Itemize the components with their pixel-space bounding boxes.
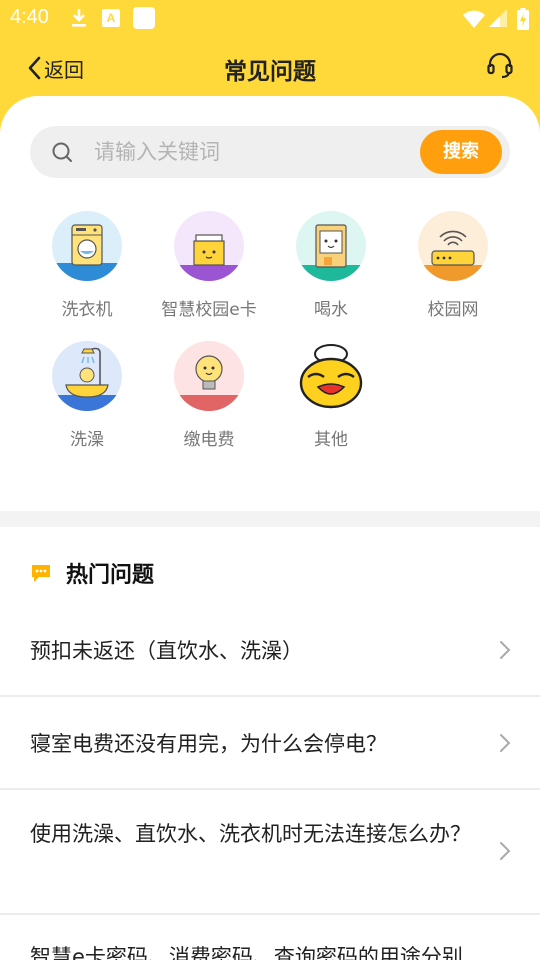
category-campus-network[interactable]: 校园网	[392, 211, 514, 320]
campus-card-icon	[174, 211, 244, 281]
search-input[interactable]	[94, 132, 414, 172]
category-label: 缴电费	[183, 430, 235, 450]
status-bar: 4:40 A	[0, 0, 540, 38]
faq-question: 预扣未返还（直饮水、洗澡）	[30, 639, 303, 663]
status-time: 4:40	[10, 6, 49, 28]
light-bulb-icon	[174, 341, 244, 411]
category-campus-card[interactable]: 智慧校园e卡	[148, 211, 270, 320]
battery-icon	[517, 8, 529, 30]
faq-item[interactable]: 智慧e卡密码、消费密码、查询密码的用途分别	[0, 915, 540, 960]
hot-questions-title: 热门问题	[66, 563, 155, 588]
app-header: 返回 常见问题	[0, 38, 540, 100]
faq-item[interactable]: 使用洗澡、直饮水、洗衣机时无法连接怎么办？	[0, 790, 540, 915]
chevron-right-icon	[500, 734, 511, 752]
signal-icon	[489, 9, 507, 27]
category-label: 校园网	[427, 300, 479, 320]
chat-bubble-icon	[32, 565, 50, 582]
chevron-right-icon	[500, 641, 511, 659]
hot-questions-header: 热门问题	[30, 558, 154, 588]
category-label: 喝水	[314, 300, 348, 320]
faq-question: 寝室电费还没有用完，为什么会停电？	[30, 732, 387, 756]
other-mascot-icon	[296, 341, 366, 411]
headset-icon[interactable]	[486, 52, 514, 80]
download-icon	[72, 9, 86, 27]
page-title: 常见问题	[224, 59, 316, 85]
content-sheet: 搜索 洗衣机	[0, 96, 540, 960]
category-label: 洗衣机	[61, 300, 113, 320]
category-electricity-fee[interactable]: 缴电费	[148, 341, 270, 450]
category-label: 洗澡	[70, 430, 104, 450]
category-label: 智慧校园e卡	[161, 300, 257, 320]
section-divider	[0, 511, 540, 527]
category-other[interactable]: 其他	[270, 341, 392, 450]
faq-question: 使用洗澡、直饮水、洗衣机时无法连接怎么办？	[30, 822, 471, 846]
faq-item[interactable]: 寝室电费还没有用完，为什么会停电？	[0, 697, 540, 790]
category-drinking-water[interactable]: 喝水	[270, 211, 392, 320]
square-app-icon	[133, 7, 155, 29]
faq-question: 智慧e卡密码、消费密码、查询密码的用途分别	[30, 945, 463, 960]
app-a-icon: A	[102, 9, 120, 27]
search-icon	[52, 142, 72, 162]
shower-icon	[52, 341, 122, 411]
search-button[interactable]: 搜索	[420, 130, 502, 174]
category-label: 其他	[314, 430, 348, 450]
chevron-right-icon	[500, 842, 511, 860]
category-shower[interactable]: 洗澡	[26, 341, 148, 450]
wifi-icon	[463, 10, 485, 28]
category-washing-machine[interactable]: 洗衣机	[26, 211, 148, 320]
router-icon	[418, 211, 488, 281]
washing-machine-icon	[52, 211, 122, 281]
water-dispenser-icon	[296, 211, 366, 281]
search-bar: 搜索	[30, 126, 510, 178]
faq-item[interactable]: 预扣未返还（直饮水、洗澡）	[0, 606, 540, 697]
